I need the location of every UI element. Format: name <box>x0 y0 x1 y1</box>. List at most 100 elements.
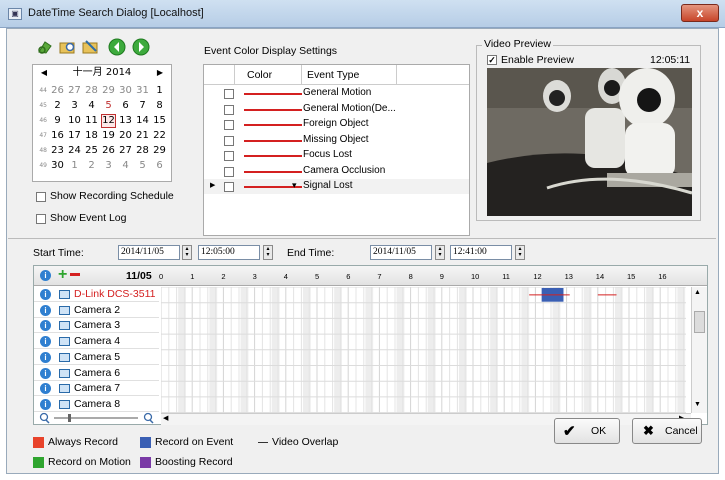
cancel-button[interactable]: ✖ Cancel <box>632 418 702 444</box>
event-enable-checkbox[interactable] <box>224 89 234 99</box>
event-color-line[interactable] <box>244 108 302 111</box>
calendar-day[interactable]: 15 <box>153 115 166 127</box>
schedule-grid[interactable] <box>161 287 686 413</box>
info-icon[interactable]: i <box>40 398 51 410</box>
calendar-day[interactable]: 5 <box>102 100 115 112</box>
zoom-out-icon[interactable] <box>38 412 158 424</box>
scroll-up-arrow[interactable]: ▲ <box>694 289 701 296</box>
calendar-day[interactable]: 30 <box>51 160 64 172</box>
vertical-scrollbar[interactable]: ▲ ▼ <box>691 287 707 413</box>
calendar-day[interactable]: 23 <box>51 145 64 157</box>
ok-button[interactable]: ✔ OK <box>554 418 620 444</box>
info-icon[interactable]: i <box>40 351 51 363</box>
info-icon[interactable]: i <box>40 270 51 281</box>
close-button[interactable]: x <box>681 4 719 22</box>
event-enable-checkbox[interactable] <box>224 151 234 161</box>
event-row[interactable]: Missing Object <box>204 133 469 148</box>
calendar-day[interactable]: 24 <box>68 145 81 157</box>
calendar-day[interactable]: 5 <box>136 160 149 172</box>
info-icon[interactable]: i <box>40 289 51 300</box>
camera-row[interactable]: i Camera 7 <box>34 381 159 397</box>
calendar-day[interactable]: 28 <box>136 145 149 157</box>
prev-month-button[interactable]: ◀ <box>37 65 51 81</box>
event-color-line[interactable] <box>244 170 302 173</box>
calendar-day[interactable]: 22 <box>153 130 166 142</box>
event-enable-checkbox[interactable] <box>224 120 234 130</box>
scroll-left-arrow[interactable]: ◀ <box>163 414 168 422</box>
event-enable-checkbox[interactable] <box>224 135 234 146</box>
calendar-day[interactable]: 20 <box>119 130 132 142</box>
camera-row[interactable]: i Camera 2 <box>34 302 159 318</box>
chevron-down-icon[interactable]: ▾ <box>292 180 297 191</box>
calendar-day[interactable]: 1 <box>68 160 81 172</box>
info-icon[interactable]: i <box>40 367 51 379</box>
event-color-line[interactable] <box>244 93 302 95</box>
event-enable-checkbox[interactable] <box>224 104 234 115</box>
event-row[interactable]: General Motion <box>204 86 469 101</box>
calendar-day[interactable]: 2 <box>85 160 98 172</box>
calendar-day[interactable]: 12 <box>101 114 116 128</box>
camera-row[interactable]: i Camera 4 <box>34 334 159 350</box>
forward-icon[interactable] <box>132 38 150 56</box>
camera-row[interactable]: i Camera 6 <box>34 365 159 381</box>
show-event-log-checkbox[interactable] <box>36 214 46 224</box>
calendar-day[interactable]: 6 <box>119 100 132 112</box>
event-enable-checkbox[interactable] <box>224 182 234 192</box>
calendar-day[interactable]: 1 <box>153 85 166 97</box>
calendar-day[interactable]: 8 <box>153 100 166 112</box>
calendar-day[interactable]: 7 <box>136 100 149 112</box>
calendar-day[interactable]: 26 <box>51 85 64 97</box>
calendar-day[interactable]: 19 <box>102 130 115 142</box>
calendar-day[interactable]: 11 <box>85 115 98 127</box>
calendar-day[interactable]: 29 <box>153 145 166 157</box>
calendar-day[interactable]: 4 <box>85 100 98 112</box>
calendar-day[interactable]: 3 <box>68 100 81 112</box>
start-time-field[interactable]: 12:05:00 <box>198 245 260 260</box>
add-camera-icon[interactable]: + <box>58 266 67 284</box>
camera-row[interactable]: i D-Link DCS-3511 <box>34 287 159 302</box>
event-enable-checkbox[interactable] <box>224 166 234 177</box>
calendar-day[interactable]: 21 <box>136 130 149 142</box>
calendar-day[interactable]: 16 <box>51 130 64 142</box>
calendar-day[interactable]: 17 <box>68 130 81 142</box>
event-row[interactable]: Foreign Object <box>204 117 469 132</box>
event-row[interactable]: Camera Occlusion <box>204 164 469 179</box>
end-date-spinner[interactable]: ▴ ▾ <box>435 245 445 260</box>
end-date-field[interactable]: 2014/11/05 <box>370 245 432 260</box>
info-icon[interactable]: i <box>40 336 51 348</box>
start-date-field[interactable]: 2014/11/05 <box>118 245 180 260</box>
info-icon[interactable]: i <box>40 320 51 332</box>
info-icon[interactable]: i <box>40 304 51 316</box>
camera-row[interactable]: i Camera 3 <box>34 318 159 334</box>
calendar-day[interactable]: 4 <box>119 160 132 172</box>
camera-row[interactable]: i Camera 5 <box>34 349 159 365</box>
start-time-spinner[interactable]: ▴ ▾ <box>263 245 273 260</box>
back-icon[interactable] <box>108 38 126 56</box>
search-leaf-icon[interactable] <box>36 38 54 56</box>
calendar-day[interactable]: 27 <box>119 145 132 157</box>
calendar-day[interactable]: 2 <box>51 100 64 112</box>
calendar-day[interactable]: 31 <box>136 85 149 97</box>
info-icon[interactable]: i <box>40 383 51 395</box>
scroll-down-arrow[interactable]: ▼ <box>694 401 701 408</box>
vertical-scroll-thumb[interactable] <box>694 311 705 333</box>
event-row[interactable]: Focus Lost <box>204 148 469 163</box>
folder-search-icon[interactable] <box>59 38 77 56</box>
calendar-day[interactable]: 13 <box>119 115 132 127</box>
calendar-day[interactable]: 25 <box>85 145 98 157</box>
event-color-line[interactable] <box>244 139 302 142</box>
calendar-day[interactable]: 3 <box>102 160 115 172</box>
enable-preview-checkbox[interactable]: ✓ <box>487 55 497 65</box>
calendar-day[interactable]: 18 <box>85 130 98 142</box>
calendar-day[interactable]: 27 <box>68 85 81 97</box>
next-month-button[interactable]: ▶ <box>153 65 167 81</box>
playback-folder-icon[interactable] <box>82 38 100 56</box>
calendar-day[interactable]: 26 <box>102 145 115 157</box>
event-row[interactable]: General Motion(De... <box>204 102 469 117</box>
calendar-day[interactable]: 28 <box>85 85 98 97</box>
show-recording-schedule-checkbox[interactable] <box>36 192 46 202</box>
calendar-day[interactable]: 14 <box>136 115 149 127</box>
calendar-day[interactable]: 30 <box>119 85 132 97</box>
event-color-line[interactable] <box>244 155 302 157</box>
end-time-spinner[interactable]: ▴ ▾ <box>515 245 525 260</box>
